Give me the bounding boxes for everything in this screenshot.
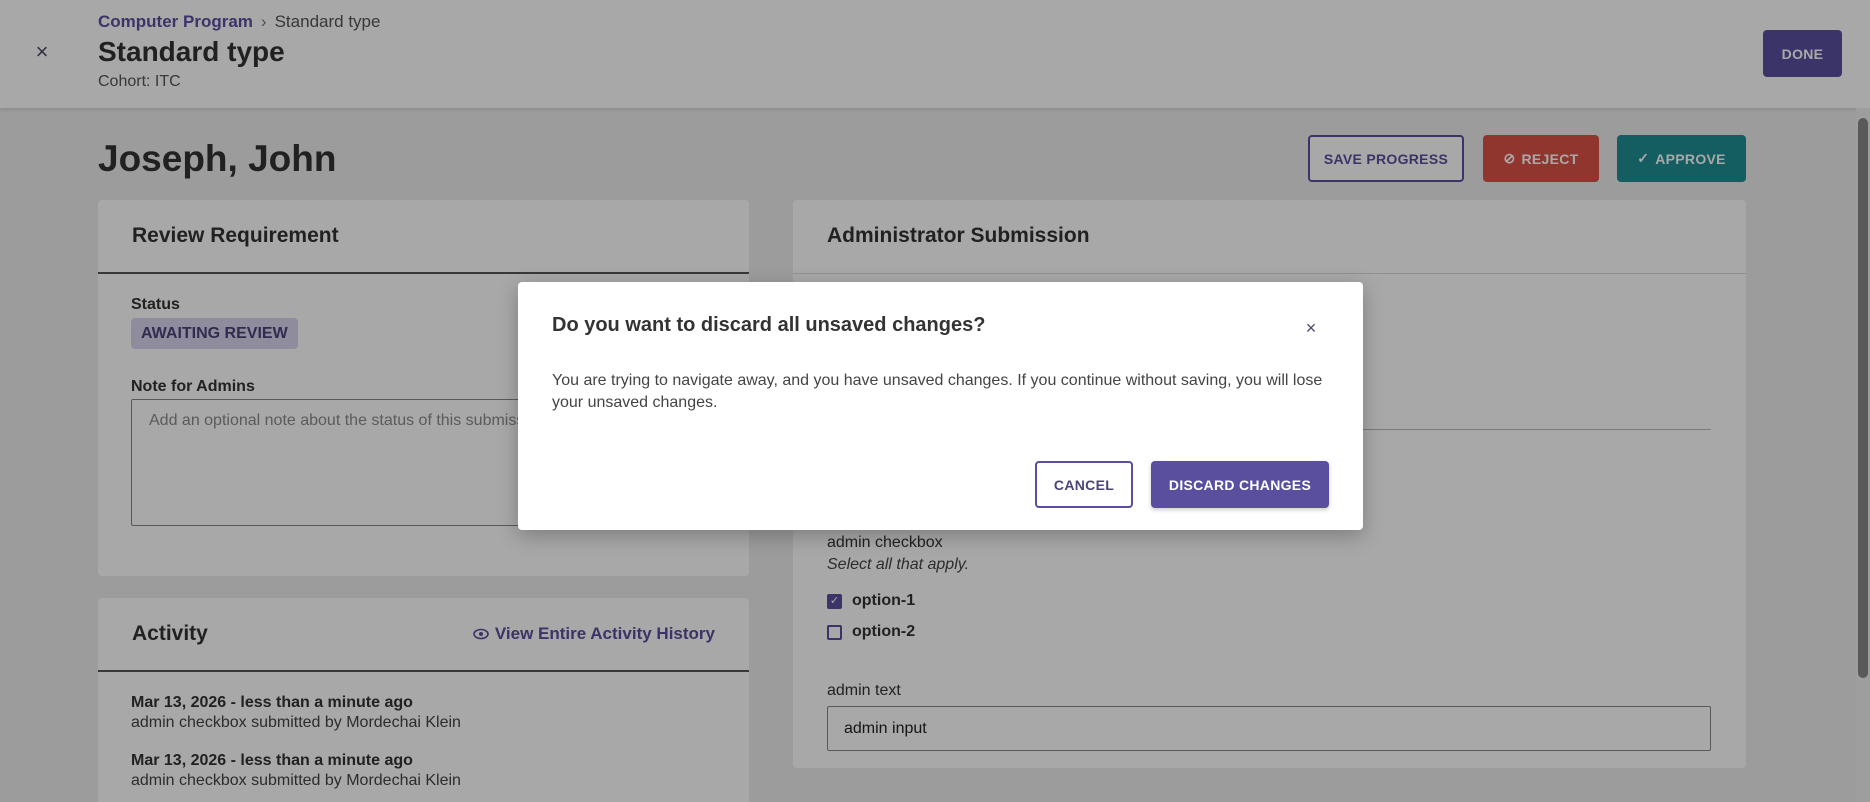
discard-changes-dialog: Do you want to discard all unsaved chang… <box>518 282 1363 530</box>
dialog-message: You are trying to navigate away, and you… <box>552 372 1323 411</box>
dialog-title: Do you want to discard all unsaved chang… <box>552 314 986 336</box>
close-icon[interactable]: × <box>1301 318 1321 338</box>
cancel-button[interactable]: CANCEL <box>1035 461 1133 508</box>
discard-changes-button[interactable]: DISCARD CHANGES <box>1151 461 1329 508</box>
